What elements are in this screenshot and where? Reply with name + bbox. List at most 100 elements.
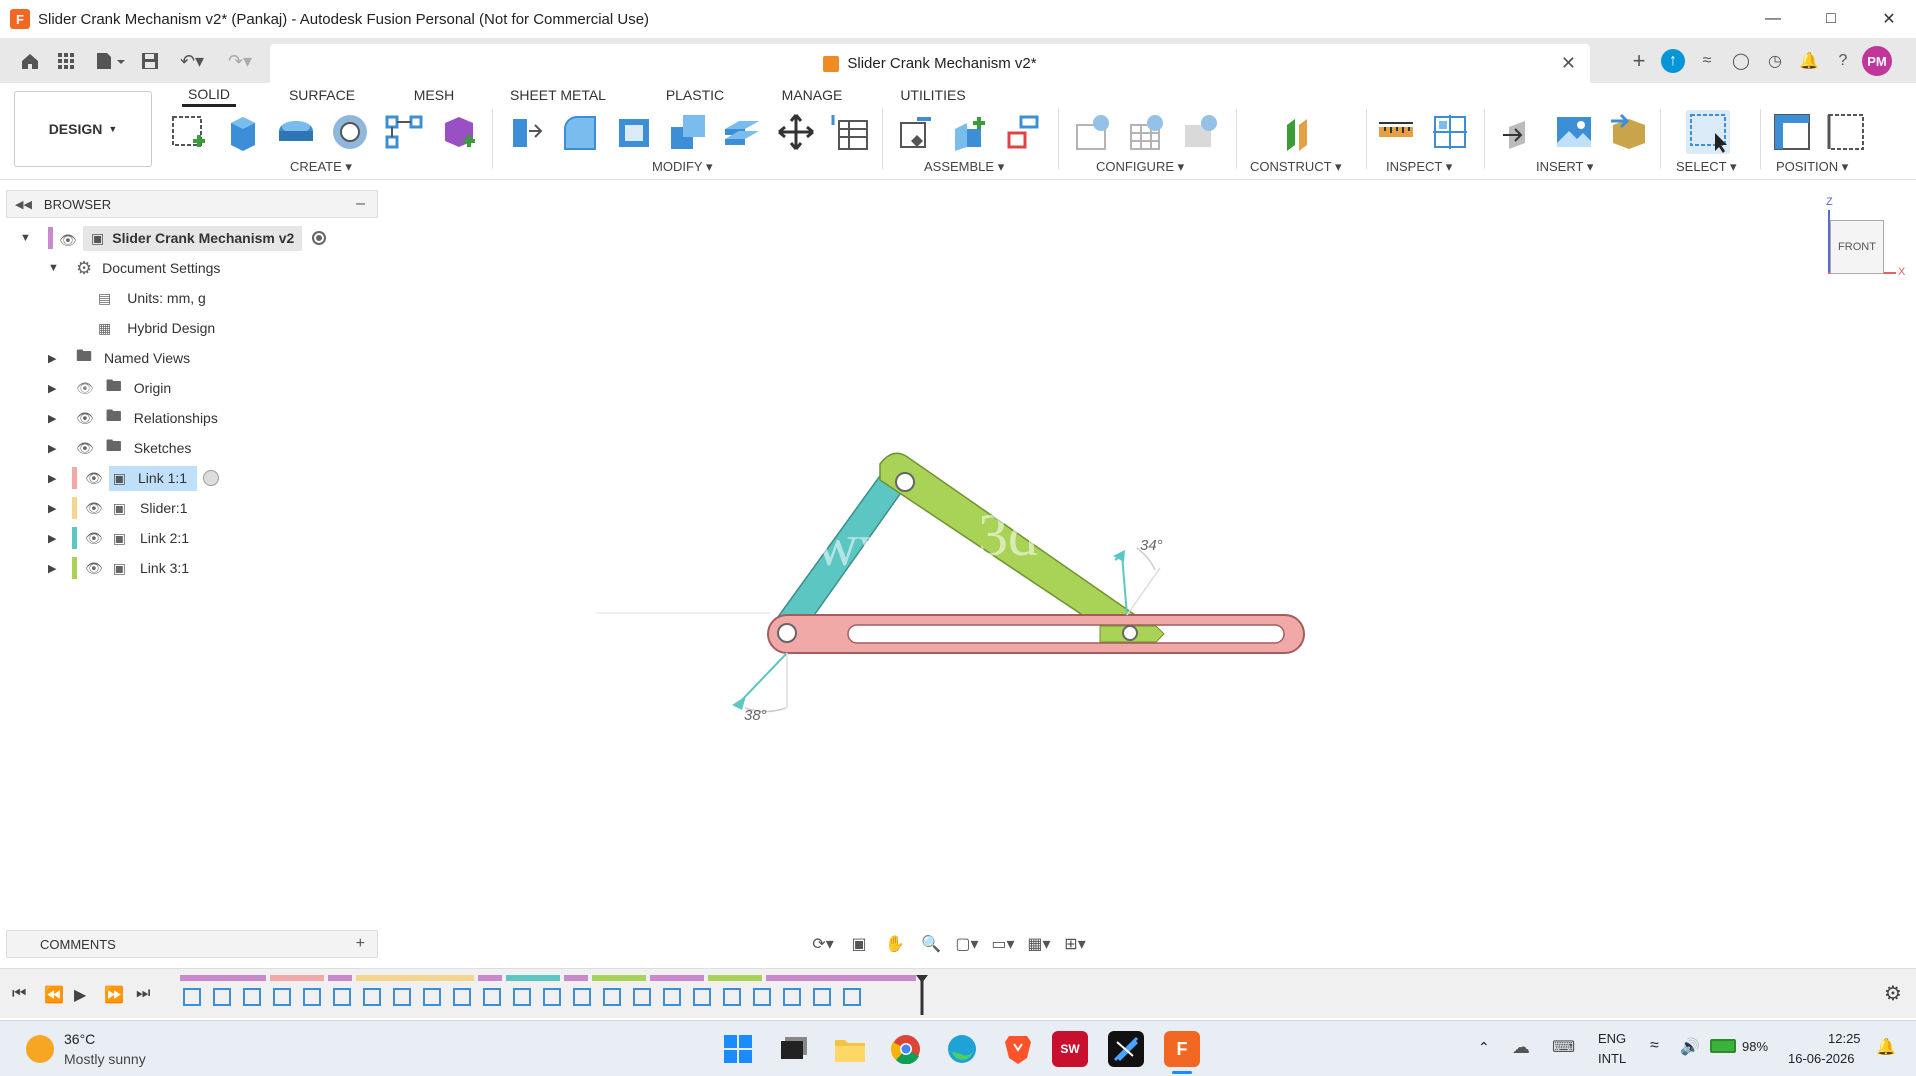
visibility-eye-icon[interactable]: 👁 <box>85 470 103 487</box>
activate-radio-icon[interactable] <box>312 231 327 245</box>
clock-date[interactable]: 16-06-2026 <box>1788 1051 1855 1066</box>
file-explorer-icon[interactable] <box>832 1031 868 1067</box>
clock-time[interactable]: 12:25 <box>1828 1031 1861 1046</box>
orbit-icon[interactable]: ⟳▾ <box>810 934 836 954</box>
visibility-eye-icon[interactable]: 👁 <box>76 440 94 457</box>
language-secondary[interactable]: INTL <box>1598 1051 1626 1066</box>
collapse-panel-icon[interactable]: ◀◀ <box>15 198 32 211</box>
save-icon[interactable] <box>138 48 162 74</box>
combine-icon[interactable] <box>666 110 710 154</box>
chevron-right-icon[interactable]: ▶ <box>48 502 64 515</box>
weather-sun-icon[interactable] <box>26 1035 54 1063</box>
tree-units[interactable]: ▤ Units: mm, g <box>98 284 206 312</box>
move-copy-icon[interactable] <box>774 110 818 154</box>
maximize-button[interactable]: □ <box>1802 0 1860 38</box>
close-tab-icon[interactable]: ✕ <box>1561 53 1576 74</box>
close-window-button[interactable]: ✕ <box>1860 0 1916 38</box>
battery-icon[interactable] <box>1710 1039 1736 1053</box>
measure-icon[interactable] <box>1374 110 1418 154</box>
chevron-right-icon[interactable]: ▶ <box>48 472 64 485</box>
onedrive-cloud-icon[interactable]: ☁ <box>1512 1037 1530 1058</box>
group-construct[interactable]: CONSTRUCT ▾ <box>1250 159 1342 175</box>
visibility-eye-icon[interactable]: 👁 <box>76 410 94 427</box>
visibility-eye-icon[interactable]: 👁 <box>85 500 103 517</box>
offset-face-icon[interactable] <box>720 110 764 154</box>
section-analysis-icon[interactable] <box>1428 110 1472 154</box>
capture-position-icon[interactable] <box>1770 110 1814 154</box>
tree-link-1[interactable]: ▶ 👁 ▣ Link 1:1 <box>48 464 220 492</box>
chevron-right-icon[interactable]: ▶ <box>48 382 64 395</box>
hole-icon[interactable] <box>328 110 372 154</box>
brave-icon[interactable] <box>1000 1031 1036 1067</box>
tab-surface[interactable]: SURFACE <box>286 83 358 107</box>
group-select[interactable]: SELECT ▾ <box>1676 159 1736 175</box>
redo-icon[interactable]: ↷▾ <box>220 48 260 74</box>
create-form-icon[interactable] <box>436 110 480 154</box>
fit-icon[interactable]: ▢▾ <box>954 934 980 954</box>
tree-sketches[interactable]: ▶ 👁 🖿 Sketches <box>48 434 191 462</box>
press-pull-icon[interactable] <box>504 110 548 154</box>
help-icon[interactable]: ? <box>1828 46 1858 76</box>
insert-mcmaster-icon[interactable] <box>1606 110 1650 154</box>
tree-document-settings[interactable]: ▼ ⚙ Document Settings <box>48 254 220 282</box>
configure-grid-icon[interactable] <box>1124 110 1168 154</box>
tab-sheet-metal[interactable]: SHEET METAL <box>506 83 610 107</box>
timeline-settings-gear-icon[interactable]: ⚙ <box>1884 981 1902 1006</box>
visibility-eye-icon[interactable]: 👁 <box>85 530 103 547</box>
window-select-icon[interactable] <box>1686 110 1730 154</box>
group-assemble[interactable]: ASSEMBLE ▾ <box>924 159 1004 175</box>
tree-hybrid-design[interactable]: ▦ Hybrid Design <box>98 314 215 342</box>
group-configure[interactable]: CONFIGURE ▾ <box>1096 159 1184 175</box>
look-at-icon[interactable]: ▣ <box>846 934 872 954</box>
tab-manage[interactable]: MANAGE <box>776 83 848 107</box>
extrude-icon[interactable] <box>220 110 264 154</box>
tree-named-views[interactable]: ▶ 🖿 Named Views <box>48 344 190 372</box>
volume-icon[interactable]: 🔊 <box>1680 1037 1700 1057</box>
file-menu-icon[interactable] <box>90 48 130 74</box>
hidden-eye-icon[interactable]: 👁 <box>76 380 94 397</box>
revolve-icon[interactable] <box>274 110 318 154</box>
joint-icon[interactable] <box>948 110 992 154</box>
as-built-joint-icon[interactable] <box>1002 110 1046 154</box>
timeline-features[interactable] <box>178 975 938 1015</box>
chevron-down-icon[interactable]: ▼ <box>48 262 64 274</box>
group-create[interactable]: CREATE ▾ <box>290 159 352 175</box>
group-modify[interactable]: MODIFY ▾ <box>652 159 712 175</box>
language-primary[interactable]: ENG <box>1598 1031 1626 1046</box>
wifi-icon[interactable]: ≈ <box>1650 1037 1659 1055</box>
pin-joint-top[interactable] <box>895 472 915 492</box>
sketchbook-icon[interactable] <box>1108 1031 1144 1067</box>
undo-icon[interactable]: ↶▾ <box>172 48 212 74</box>
document-tab[interactable]: Slider Crank Mechanism v2* ✕ <box>270 44 1590 83</box>
clock-icon[interactable]: ◷ <box>1760 46 1790 76</box>
minimize-button[interactable]: — <box>1744 0 1802 38</box>
create-sketch-icon[interactable] <box>166 110 210 154</box>
tree-link-3[interactable]: ▶ 👁 ▣ Link 3:1 <box>48 554 189 582</box>
task-view-icon[interactable] <box>776 1031 812 1067</box>
timeline-first-icon[interactable]: ⏮ <box>12 985 26 1003</box>
pan-hand-icon[interactable]: ✋ <box>882 934 908 954</box>
windows-start-icon[interactable] <box>720 1031 756 1067</box>
fillet-icon[interactable] <box>558 110 602 154</box>
minimize-browser-icon[interactable]: – <box>356 195 365 213</box>
pin-joint-left[interactable] <box>777 623 797 643</box>
tree-link-2[interactable]: ▶ 👁 ▣ Link 2:1 <box>48 524 189 552</box>
chevron-right-icon[interactable]: ▶ <box>48 352 64 365</box>
display-settings-icon[interactable]: ▭▾ <box>990 934 1016 954</box>
notifications-bell-icon[interactable]: 🔔 <box>1794 46 1824 76</box>
viewcube[interactable]: FRONT <box>1830 220 1884 274</box>
visibility-eye-icon[interactable]: 👁 <box>59 232 77 248</box>
tree-origin[interactable]: ▶ 👁 🖿 Origin <box>48 374 171 402</box>
home-icon[interactable] <box>18 48 42 74</box>
change-parameters-icon[interactable] <box>828 110 872 154</box>
model-viewport[interactable]: ww 3d 34° 38° <box>560 440 1320 740</box>
tab-solid[interactable]: SOLID <box>182 83 236 107</box>
chevron-right-icon[interactable]: ▶ <box>48 562 64 575</box>
new-tab-plus-icon[interactable]: + <box>1624 46 1654 76</box>
edge-icon[interactable] <box>944 1031 980 1067</box>
chrome-icon[interactable] <box>888 1031 924 1067</box>
extensions-icon[interactable]: ↑ <box>1661 49 1685 73</box>
configure-theme-icon[interactable] <box>1178 110 1222 154</box>
offset-plane-icon[interactable] <box>1276 110 1320 154</box>
browser-root-item[interactable]: ▼ 👁 ▣ Slider Crank Mechanism v2 <box>20 224 360 252</box>
